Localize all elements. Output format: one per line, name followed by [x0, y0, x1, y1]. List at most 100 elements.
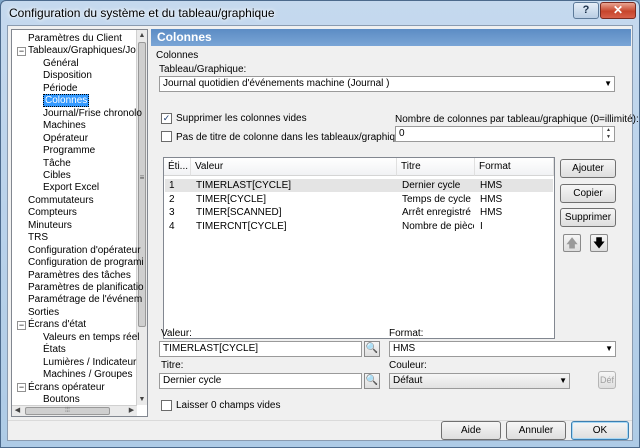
table-cell: 1 — [169, 180, 175, 191]
tree-item[interactable]: Tableaux/Graphiques/Jo — [28, 45, 136, 57]
column-header[interactable]: Format — [475, 158, 554, 176]
num-cols-stepper[interactable]: 0 ▲ ▼ — [395, 126, 615, 142]
collapse-icon[interactable]: − — [17, 383, 26, 393]
tree-item[interactable]: Écrans d'état — [28, 319, 86, 331]
table-row[interactable]: 1 TIMERLAST[CYCLE] Dernier cycle HMS — [165, 179, 553, 192]
zero-fields-checkbox[interactable] — [161, 400, 172, 411]
table-cell: HMS — [480, 193, 503, 205]
tree-item[interactable]: Configuration d'opérateur — [28, 245, 141, 257]
table-row[interactable]: 2 TIMER[CYCLE] Temps de cycle HMS — [165, 193, 553, 206]
tree-item[interactable]: Minuteurs — [28, 220, 72, 232]
decrement-icon[interactable]: ▼ — [603, 134, 614, 141]
help-button[interactable]: Aide — [441, 421, 501, 440]
value-label: Valeur: — [161, 328, 192, 339]
num-cols-label: Nombre de colonnes par tableau/graphique… — [395, 114, 639, 125]
tree-horizontal-scrollbar[interactable]: ◀ ⦙⦙⦙ ▶ — [12, 405, 137, 416]
tree-item[interactable]: Période — [43, 83, 77, 95]
move-up-icon[interactable]: 🡅 — [563, 234, 581, 252]
title-bar[interactable]: Configuration du système et du tableau/g… — [1, 1, 639, 23]
tree-item[interactable]: Colonnes — [43, 94, 90, 108]
tree-item[interactable]: Cibles — [43, 170, 71, 182]
value-input[interactable]: TIMERLAST[CYCLE] — [159, 341, 362, 357]
close-icon[interactable]: ✕ — [600, 2, 636, 19]
tree-item[interactable]: Paramètres des tâches — [28, 270, 131, 282]
tree-item-label: Disposition — [43, 70, 92, 82]
tree-item[interactable]: Paramètres de planificatio — [28, 282, 144, 294]
dialog-window: Configuration du système et du tableau/g… — [0, 0, 640, 448]
tree-item[interactable]: Programme — [43, 145, 95, 157]
tree-item[interactable]: Machines / Groupes — [43, 369, 133, 381]
scroll-left-icon[interactable]: ◀ — [12, 406, 23, 416]
section-label: Colonnes — [156, 50, 199, 61]
search-icon[interactable]: 🔍 — [364, 341, 380, 357]
default-color-button[interactable]: Déf — [598, 371, 616, 389]
chart-label: Tableau/Graphique: — [159, 64, 247, 75]
tree-item[interactable]: Écrans opérateur — [28, 382, 105, 394]
add-button[interactable]: Ajouter — [560, 159, 616, 178]
copy-button[interactable]: Copier — [560, 184, 616, 203]
chart-select[interactable]: Journal quotidien d'événements machine (… — [159, 76, 615, 92]
cancel-button[interactable]: Annuler — [506, 421, 566, 440]
tree-item-label: Boutons — [43, 394, 80, 406]
delete-button[interactable]: Supprimer — [560, 208, 616, 227]
tree-item[interactable]: États — [43, 344, 66, 356]
color-select[interactable]: Défaut ▼ — [389, 373, 570, 389]
tree-item[interactable]: Machines — [43, 120, 86, 132]
tree-item[interactable]: Compteurs — [28, 207, 77, 219]
scroll-thumb-horizontal[interactable]: ⦙⦙⦙ — [25, 407, 110, 415]
column-header[interactable]: Éti... — [164, 158, 191, 176]
tree-vertical-scrollbar[interactable]: ▲ ≡ ▼ — [136, 30, 147, 405]
tree-item[interactable]: TRS — [28, 232, 48, 244]
tree-item[interactable]: Commutateurs — [28, 195, 94, 207]
columns-table[interactable]: Éti... Valeur Titre Format 1 TIMERLAST[CYCLE]… — [163, 157, 555, 339]
tree-item-label: Paramètres des tâches — [28, 269, 131, 281]
move-down-icon[interactable]: 🡇 — [590, 234, 608, 252]
chevron-down-icon: ▼ — [604, 79, 612, 88]
column-header[interactable]: Valeur — [191, 158, 397, 176]
table-cell: 2 — [169, 193, 175, 205]
tree-item[interactable]: Sorties — [28, 307, 59, 319]
table-cell: TIMER[CYCLE] — [196, 193, 267, 205]
table-row[interactable]: 4 TIMERCNT[CYCLE] Nombre de pièces I — [165, 220, 553, 233]
tree-item-label: Écrans d'état — [28, 319, 87, 331]
collapse-icon[interactable]: − — [17, 320, 26, 330]
suppress-empty-checkbox[interactable]: ✓ — [161, 113, 172, 124]
tree-item[interactable]: Boutons — [43, 394, 80, 406]
scroll-down-icon[interactable]: ▼ — [137, 394, 147, 405]
table-cell: TIMER[SCANNED] — [196, 207, 282, 218]
no-title-checkbox[interactable] — [161, 131, 172, 142]
tree-item[interactable]: Opérateur — [43, 133, 88, 145]
increment-icon[interactable]: ▲ — [603, 127, 614, 134]
tree-item[interactable]: Journal/Frise chronolo — [43, 108, 142, 120]
tree-item[interactable]: Valeurs en temps réel — [43, 332, 140, 344]
tree-item[interactable]: Disposition — [43, 70, 92, 82]
collapse-icon[interactable]: − — [17, 46, 26, 56]
column-header[interactable]: Titre — [397, 158, 475, 176]
format-select[interactable]: HMS ▼ — [389, 341, 616, 357]
window-title: Configuration du système et du tableau/g… — [9, 6, 275, 20]
tree-item[interactable]: Paramétrage de l'événem — [28, 294, 142, 306]
tree-item-label: Configuration de programi — [28, 257, 144, 269]
settings-tree[interactable]: ▲ ≡ ▼ ◀ ⦙⦙⦙ ▶ Paramètres du Client Tablea… — [11, 29, 148, 417]
tree-item-label: Configuration d'opérateur — [28, 244, 141, 256]
tree-item[interactable]: Tâche — [43, 158, 71, 170]
tree-item[interactable]: Paramètres du Client — [28, 33, 122, 45]
help-icon[interactable]: ? — [573, 2, 599, 19]
table-cell: Temps de cycle — [402, 193, 471, 205]
scroll-up-icon[interactable]: ▲ — [137, 30, 147, 41]
tree-item[interactable]: Configuration de programi — [28, 257, 144, 269]
page-title: Colonnes — [151, 29, 631, 46]
table-row[interactable]: 3 TIMER[SCANNED] Arrêt enregistré HMS — [165, 206, 553, 219]
tree-item-label: Machines — [43, 120, 86, 132]
tree-item[interactable]: Général — [43, 58, 79, 70]
title-input[interactable]: Dernier cycle — [159, 373, 362, 389]
table-cell: 3 — [169, 207, 175, 218]
ok-button[interactable]: OK — [571, 421, 629, 440]
tree-item[interactable]: Export Excel — [43, 182, 99, 194]
tree-item[interactable]: Lumières / Indicateur — [43, 357, 136, 369]
tree-item-label: Colonnes — [43, 94, 90, 108]
search-icon[interactable]: 🔍 — [364, 373, 380, 389]
format-select-value: HMS — [393, 343, 416, 354]
scroll-right-icon[interactable]: ▶ — [126, 406, 137, 416]
tree-item-label: Programme — [43, 145, 96, 157]
